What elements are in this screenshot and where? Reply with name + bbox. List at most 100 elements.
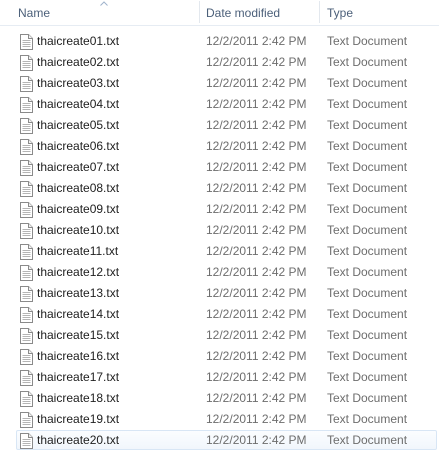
file-name: thaicreate01.txt [37, 34, 120, 48]
text-document-icon [20, 55, 33, 71]
file-row[interactable]: thaicreate16.txt 12/2/2011 2:42 PM Text Do… [0, 346, 439, 367]
text-document-icon [20, 286, 33, 302]
file-type: Text Document [327, 97, 408, 111]
file-date-modified: 12/2/2011 2:42 PM [206, 160, 307, 174]
file-row[interactable]: thaicreate10.txt 12/2/2011 2:42 PM Text Do… [0, 220, 439, 241]
text-document-icon [20, 34, 33, 50]
file-row[interactable]: thaicreate13.txt 12/2/2011 2:42 PM Text Do… [0, 283, 439, 304]
text-document-icon [20, 412, 33, 428]
file-name: thaicreate15.txt [37, 328, 120, 342]
text-document-icon [20, 97, 33, 113]
file-date-modified: 12/2/2011 2:42 PM [206, 76, 307, 90]
column-header-date-label: Date modified [206, 6, 281, 20]
text-document-icon [20, 76, 33, 92]
file-row[interactable]: thaicreate17.txt 12/2/2011 2:42 PM Text Do… [0, 367, 439, 388]
file-name: thaicreate17.txt [37, 370, 120, 384]
file-row[interactable]: thaicreate14.txt 12/2/2011 2:42 PM Text Do… [0, 304, 439, 325]
column-header-type-label: Type [327, 6, 354, 20]
file-type: Text Document [327, 76, 408, 90]
file-name: thaicreate05.txt [37, 118, 120, 132]
text-document-icon [20, 349, 33, 365]
file-type: Text Document [327, 370, 408, 384]
file-name: thaicreate06.txt [37, 139, 120, 153]
file-name: thaicreate18.txt [37, 391, 120, 405]
column-header-date-modified[interactable]: Date modified [199, 0, 319, 25]
file-date-modified: 12/2/2011 2:42 PM [206, 139, 307, 153]
file-type: Text Document [327, 328, 408, 342]
file-name: thaicreate10.txt [37, 223, 120, 237]
file-date-modified: 12/2/2011 2:42 PM [206, 328, 307, 342]
text-document-icon [20, 433, 33, 449]
file-name: thaicreate20.txt [37, 433, 120, 447]
file-date-modified: 12/2/2011 2:42 PM [206, 34, 307, 48]
column-header-type[interactable]: Type [319, 0, 439, 25]
file-date-modified: 12/2/2011 2:42 PM [206, 181, 307, 195]
file-date-modified: 12/2/2011 2:42 PM [206, 202, 307, 216]
file-row[interactable]: thaicreate15.txt 12/2/2011 2:42 PM Text Do… [0, 325, 439, 346]
file-name: thaicreate19.txt [37, 412, 120, 426]
file-date-modified: 12/2/2011 2:42 PM [206, 55, 307, 69]
text-document-icon [20, 391, 33, 407]
file-type: Text Document [327, 160, 408, 174]
text-document-icon [20, 118, 33, 134]
text-document-icon [20, 307, 33, 323]
file-type: Text Document [327, 181, 408, 195]
file-row[interactable]: thaicreate01.txt 12/2/2011 2:42 PM Text Do… [0, 31, 439, 52]
file-date-modified: 12/2/2011 2:42 PM [206, 391, 307, 405]
column-header-name-label: Name [18, 6, 51, 20]
file-date-modified: 12/2/2011 2:42 PM [206, 349, 307, 363]
file-type: Text Document [327, 244, 408, 258]
text-document-icon [20, 160, 33, 176]
file-name: thaicreate07.txt [37, 160, 120, 174]
file-date-modified: 12/2/2011 2:42 PM [206, 433, 307, 447]
text-document-icon [20, 139, 33, 155]
file-row[interactable]: thaicreate09.txt 12/2/2011 2:42 PM Text Do… [0, 199, 439, 220]
sort-ascending-icon [100, 1, 108, 6]
column-header-bar: Name Date modified Type [0, 0, 439, 26]
file-name: thaicreate03.txt [37, 76, 120, 90]
file-row[interactable]: thaicreate06.txt 12/2/2011 2:42 PM Text Do… [0, 136, 439, 157]
file-type: Text Document [327, 307, 408, 321]
file-row[interactable]: thaicreate20.txt 12/2/2011 2:42 PM Text Do… [0, 430, 439, 451]
file-row[interactable]: thaicreate04.txt 12/2/2011 2:42 PM Text Do… [0, 94, 439, 115]
file-type: Text Document [327, 202, 408, 216]
file-list-view: Name Date modified Type thaicreate01.txt… [0, 0, 439, 472]
file-type: Text Document [327, 349, 408, 363]
file-row[interactable]: thaicreate07.txt 12/2/2011 2:42 PM Text Do… [0, 157, 439, 178]
file-type: Text Document [327, 286, 408, 300]
file-name: thaicreate08.txt [37, 181, 120, 195]
file-date-modified: 12/2/2011 2:42 PM [206, 244, 307, 258]
file-date-modified: 12/2/2011 2:42 PM [206, 307, 307, 321]
text-document-icon [20, 265, 33, 281]
file-row[interactable]: thaicreate12.txt 12/2/2011 2:42 PM Text Do… [0, 262, 439, 283]
file-name: thaicreate16.txt [37, 349, 120, 363]
file-type: Text Document [327, 34, 408, 48]
file-type: Text Document [327, 433, 408, 447]
text-document-icon [20, 244, 33, 260]
file-row[interactable]: thaicreate11.txt 12/2/2011 2:42 PM Text Do… [0, 241, 439, 262]
file-date-modified: 12/2/2011 2:42 PM [206, 286, 307, 300]
file-type: Text Document [327, 391, 408, 405]
file-name: thaicreate11.txt [37, 244, 119, 258]
text-document-icon [20, 370, 33, 386]
file-row[interactable]: thaicreate08.txt 12/2/2011 2:42 PM Text Do… [0, 178, 439, 199]
file-type: Text Document [327, 223, 408, 237]
file-row[interactable]: thaicreate02.txt 12/2/2011 2:42 PM Text Do… [0, 52, 439, 73]
file-type: Text Document [327, 118, 408, 132]
text-document-icon [20, 328, 33, 344]
file-date-modified: 12/2/2011 2:42 PM [206, 97, 307, 111]
file-row[interactable]: thaicreate05.txt 12/2/2011 2:42 PM Text Do… [0, 115, 439, 136]
file-row[interactable]: thaicreate03.txt 12/2/2011 2:42 PM Text Do… [0, 73, 439, 94]
file-row[interactable]: thaicreate18.txt 12/2/2011 2:42 PM Text Do… [0, 388, 439, 409]
file-row[interactable]: thaicreate19.txt 12/2/2011 2:42 PM Text Do… [0, 409, 439, 430]
file-date-modified: 12/2/2011 2:42 PM [206, 118, 307, 132]
file-date-modified: 12/2/2011 2:42 PM [206, 265, 307, 279]
file-type: Text Document [327, 265, 408, 279]
file-rows: thaicreate01.txt 12/2/2011 2:42 PM Text Do… [0, 31, 439, 451]
text-document-icon [20, 223, 33, 239]
file-name: thaicreate09.txt [37, 202, 120, 216]
file-type: Text Document [327, 55, 408, 69]
file-type: Text Document [327, 139, 408, 153]
file-name: thaicreate13.txt [37, 286, 120, 300]
file-date-modified: 12/2/2011 2:42 PM [206, 412, 307, 426]
